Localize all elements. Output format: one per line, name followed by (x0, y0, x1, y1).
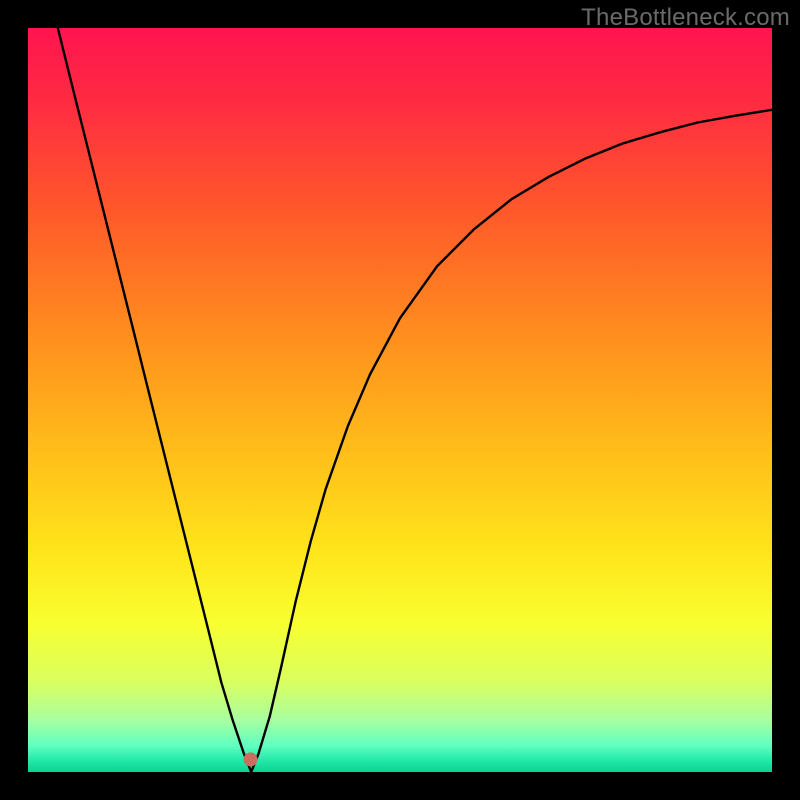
gradient-background (28, 28, 772, 772)
optimum-marker (244, 752, 258, 766)
watermark-text: TheBottleneck.com (581, 4, 790, 32)
chart-frame (28, 28, 772, 772)
bottleneck-chart (28, 28, 772, 772)
